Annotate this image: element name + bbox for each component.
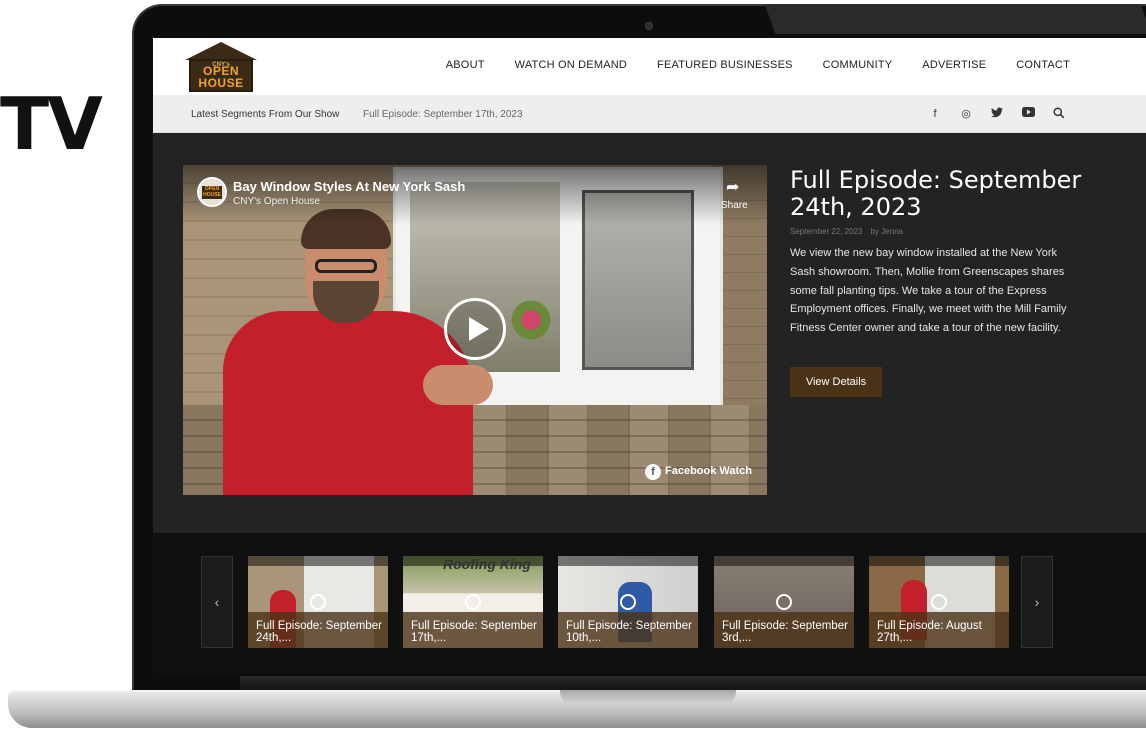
presenter-hand: [423, 365, 493, 405]
logo-house: CNY's OPEN HOUSE: [189, 59, 253, 92]
thumb-top-bar: [248, 556, 388, 566]
segments-bar: Latest Segments From Our Show Full Episo…: [153, 95, 1146, 133]
laptop-notch: [560, 690, 736, 704]
current-segment-link[interactable]: Full Episode: September 17th, 2023: [363, 109, 523, 120]
carousel-item[interactable]: Full Episode: August 27th,...: [869, 556, 1009, 648]
video-title[interactable]: Bay Window Styles At New York Sash: [233, 179, 465, 194]
episode-date: September 22, 2023: [790, 227, 863, 236]
carousel-prev-button[interactable]: ‹: [201, 556, 233, 648]
thumb-top-bar: [714, 556, 854, 566]
episode-title: Full Episode: September 24th, 2023: [790, 166, 1082, 221]
site-logo[interactable]: CNY's OPEN HOUSE: [185, 42, 257, 92]
thumb-sign-text: Roofing King: [443, 556, 531, 572]
logo-roof: [185, 42, 257, 60]
instagram-icon[interactable]: ◎: [959, 107, 973, 123]
share-label[interactable]: Share: [721, 200, 748, 211]
logo-main-text: OPEN HOUSE: [198, 64, 244, 90]
nav-contact[interactable]: CONTACT: [1016, 59, 1070, 71]
carousel-item[interactable]: Roofing King Full Episode: September 17t…: [403, 556, 543, 648]
thumb-caption: Full Episode: August 27th,...: [877, 620, 982, 644]
presenter-glasses: [315, 259, 377, 273]
video-channel[interactable]: CNY's Open House: [233, 196, 320, 207]
facebook-watch-icon: f: [645, 464, 661, 480]
thumb-caption: Full Episode: September 10th,...: [566, 620, 692, 644]
thumb-play-icon: [620, 594, 636, 610]
featured-episode: OPEN HOUSE Bay Window Styles At New York…: [153, 133, 1146, 533]
promo-stage: TV CNY's OPEN HOUSE ABOUT WATCH ON DEMAN…: [0, 0, 1146, 731]
thumb-play-icon: [310, 594, 326, 610]
nav-about[interactable]: ABOUT: [446, 59, 485, 71]
episode-meta: September 22, 2023 by Jenna: [790, 227, 903, 236]
episode-carousel: ‹ Full Episode: September 24th,... Roofi…: [153, 533, 1146, 674]
youtube-icon[interactable]: [1021, 107, 1035, 123]
search-icon[interactable]: [1052, 107, 1066, 123]
thumb-caption: Full Episode: September 3rd,...: [722, 620, 848, 644]
video-top-shade: [183, 165, 767, 225]
main-nav: ABOUT WATCH ON DEMAND FEATURED BUSINESSE…: [446, 59, 1070, 71]
thumb-play-icon: [776, 594, 792, 610]
thumb-play-icon: [931, 594, 947, 610]
carousel-item[interactable]: Full Episode: September 10th,...: [558, 556, 698, 648]
facebook-watch-label[interactable]: Facebook Watch: [665, 465, 752, 477]
latest-segments-label: Latest Segments From Our Show: [191, 109, 340, 120]
channel-avatar-text: OPEN HOUSE: [202, 186, 222, 199]
facebook-icon[interactable]: f: [928, 107, 942, 123]
carousel-next-button[interactable]: ›: [1021, 556, 1053, 648]
channel-avatar[interactable]: OPEN HOUSE: [197, 177, 227, 207]
view-details-button[interactable]: View Details: [790, 367, 882, 397]
thumb-top-bar: [558, 556, 698, 566]
nav-community[interactable]: COMMUNITY: [823, 59, 893, 71]
carousel-item[interactable]: Full Episode: September 3rd,...: [714, 556, 854, 648]
share-icon[interactable]: ➦: [726, 177, 739, 197]
video-player[interactable]: OPEN HOUSE Bay Window Styles At New York…: [183, 165, 767, 495]
play-button[interactable]: [444, 298, 506, 360]
site-header: CNY's OPEN HOUSE ABOUT WATCH ON DEMAND F…: [153, 38, 1146, 95]
twitter-icon[interactable]: [990, 107, 1004, 123]
lid-glare: [764, 4, 1146, 34]
social-icons: f ◎: [928, 107, 1066, 123]
video-presenter: [223, 209, 493, 495]
camera-dot: [645, 22, 653, 30]
episode-author[interactable]: by Jenna: [871, 227, 903, 236]
thumb-play-icon: [465, 594, 481, 610]
thumb-caption: Full Episode: September 24th,...: [256, 620, 382, 644]
laptop-screen: CNY's OPEN HOUSE ABOUT WATCH ON DEMAND F…: [153, 38, 1146, 674]
thumb-top-bar: [869, 556, 1009, 566]
episode-description: We view the new bay window installed at …: [790, 247, 1067, 335]
nav-watch-on-demand[interactable]: WATCH ON DEMAND: [515, 59, 627, 71]
nav-advertise[interactable]: ADVERTISE: [922, 59, 986, 71]
video-flowers: [506, 300, 556, 340]
nav-featured-businesses[interactable]: FEATURED BUSINESSES: [657, 59, 793, 71]
thumb-caption: Full Episode: September 17th,...: [411, 620, 537, 644]
side-label: TV: [0, 82, 103, 166]
carousel-item[interactable]: Full Episode: September 24th,...: [248, 556, 388, 648]
